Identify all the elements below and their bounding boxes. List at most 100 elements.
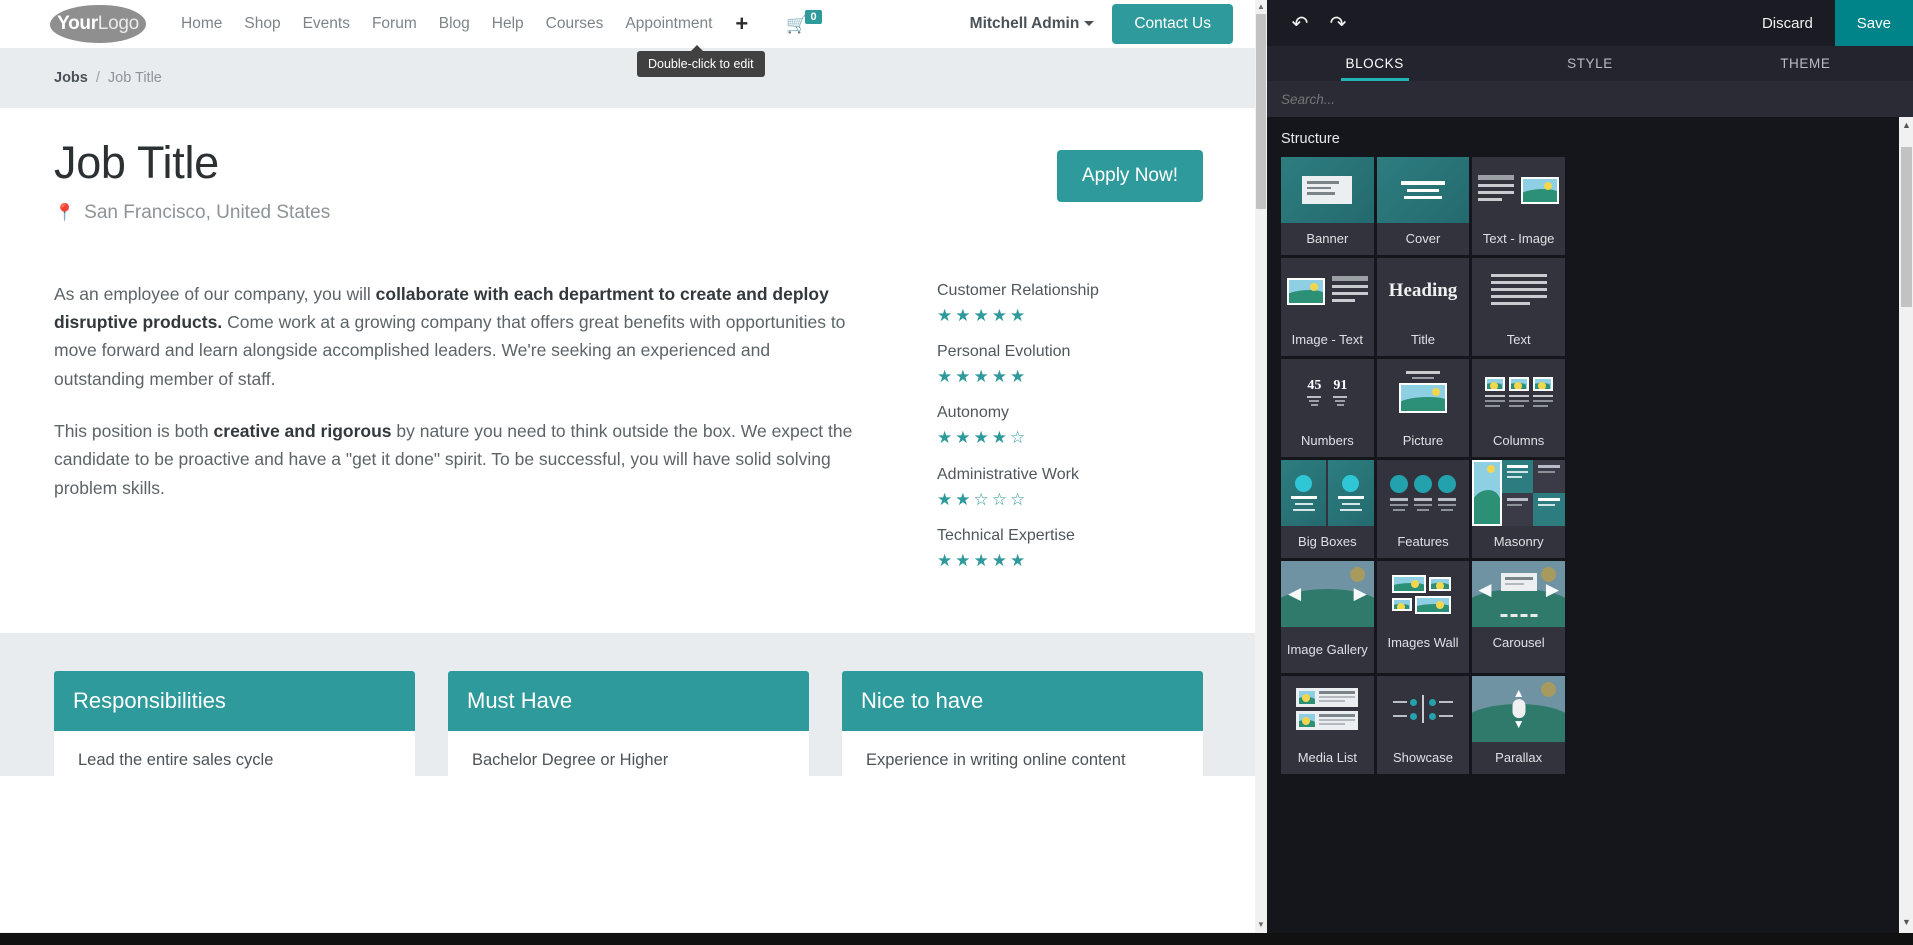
para2-part2: creative and rigorous [213, 420, 392, 441]
redo-icon[interactable]: ↷ [1319, 0, 1357, 46]
section-title-structure: Structure [1281, 131, 1340, 147]
block-label: Parallax [1495, 749, 1543, 765]
add-page-plus-icon[interactable]: + [723, 11, 760, 37]
block-features[interactable]: Features [1376, 460, 1470, 558]
card-title: Responsibilities [54, 671, 415, 732]
discard-button[interactable]: Discard [1740, 0, 1835, 46]
card-title: Must Have [448, 671, 809, 732]
skill-rating-stars: ★★★★☆ [937, 428, 1029, 448]
editor-toolbar: ↶ ↷ Discard Save [1267, 0, 1913, 46]
skills-list: Customer Relationship ★★★★★ Personal Evo… [864, 280, 1164, 589]
user-menu[interactable]: Mitchell Admin [970, 15, 1095, 33]
card-responsibilities: Responsibilities Lead the entire sales c… [54, 671, 415, 777]
text-thumb-icon [1472, 258, 1565, 324]
masonry-thumb-icon [1472, 460, 1565, 526]
site-header: Your Logo Home Shop Events Forum Blog Hel… [0, 0, 1257, 48]
nav-item-appointment[interactable]: Appointment [614, 9, 723, 39]
description-paragraph-1: As an employee of our company, you will … [54, 280, 864, 393]
list-item: Bachelor Degree or Higher [472, 751, 669, 770]
blocks-scroll-area: Structure Banner Cover Text - Image Imag… [1267, 117, 1899, 945]
block-big-boxes[interactable]: Big Boxes [1281, 460, 1374, 558]
skill-label: Administrative Work [937, 465, 1079, 483]
block-masonry[interactable]: Masonry [1472, 460, 1565, 558]
title-thumb-text: Heading [1388, 280, 1458, 301]
save-button[interactable]: Save [1834, 0, 1913, 46]
job-location-text: San Francisco, United States [84, 201, 331, 223]
block-label: Big Boxes [1298, 533, 1357, 549]
list-item: Experience in writing online content [866, 751, 1126, 770]
text-image-thumb-icon [1472, 157, 1565, 223]
tab-blocks[interactable]: BLOCKS [1267, 46, 1482, 81]
block-image-text[interactable]: Image - Text [1281, 258, 1374, 356]
para1-part1: As an employee of our company, you will [54, 283, 376, 304]
blocks-scrollbar[interactable]: ▲ ▼ [1899, 117, 1913, 945]
blocks-panel: Structure Banner Cover Text - Image Imag… [1267, 117, 1913, 945]
nav-item-blog[interactable]: Blog [428, 9, 481, 39]
tab-theme[interactable]: THEME [1698, 46, 1913, 81]
nav-item-home[interactable]: Home [170, 9, 233, 39]
block-banner[interactable]: Banner [1281, 157, 1374, 255]
block-columns[interactable]: Columns [1472, 359, 1565, 457]
nav-item-events[interactable]: Events [292, 9, 361, 39]
website-editor-panel: ↶ ↷ Discard Save BLOCKS STYLE THEME Stru… [1267, 0, 1913, 945]
cart-count-badge: 0 [805, 9, 822, 24]
nav-item-shop[interactable]: Shop [233, 9, 291, 39]
skill-item: Administrative Work ★★☆☆☆ [937, 466, 1164, 510]
apply-now-button[interactable]: Apply Now! [1056, 150, 1203, 202]
breadcrumb-jobs-link[interactable]: Jobs [54, 70, 88, 86]
banner-thumb-icon [1281, 157, 1374, 223]
block-text-image[interactable]: Text - Image [1472, 157, 1565, 255]
blocks-scroll-up-icon[interactable]: ▲ [1901, 120, 1912, 130]
blocks-scroll-down-icon[interactable]: ▼ [1901, 917, 1912, 927]
blocks-scroll-thumb[interactable] [1901, 147, 1912, 307]
block-label: Showcase [1393, 749, 1453, 765]
screen: Your Logo Home Shop Events Forum Blog Hel… [0, 0, 1913, 945]
nav-item-courses[interactable]: Courses [535, 9, 615, 39]
block-title[interactable]: Heading Title [1376, 258, 1470, 356]
block-label: Picture [1402, 432, 1444, 448]
block-label: Features [1397, 533, 1449, 549]
breadcrumb-current: Job Title [107, 70, 162, 86]
website-scroll-area: Your Logo Home Shop Events Forum Blog Hel… [0, 0, 1257, 933]
nav-item-help[interactable]: Help [481, 9, 535, 39]
preview-scroll-thumb[interactable] [1256, 14, 1266, 209]
undo-icon[interactable]: ↶ [1281, 0, 1319, 46]
breadcrumb-separator: / [95, 70, 100, 86]
carousel-thumb-icon: ◀ ▶ [1472, 561, 1565, 627]
search-input[interactable] [1281, 91, 1913, 107]
cart-button[interactable]: 🛒 0 [776, 9, 831, 33]
tab-style[interactable]: STYLE [1482, 46, 1697, 81]
block-images-wall[interactable]: Images Wall [1376, 561, 1470, 673]
block-label: Carousel [1492, 634, 1545, 650]
skill-label: Technical Expertise [937, 527, 1075, 545]
block-showcase[interactable]: Showcase [1376, 676, 1470, 774]
block-image-gallery[interactable]: ◀ ▶ Image Gallery [1281, 561, 1374, 673]
block-label: Columns [1493, 432, 1545, 448]
map-pin-icon: 📍 [54, 202, 76, 222]
skill-label: Customer Relationship [937, 281, 1099, 299]
block-cover[interactable]: Cover [1376, 157, 1470, 255]
site-logo[interactable]: Your Logo [50, 5, 146, 43]
os-taskbar [0, 933, 1913, 945]
contact-us-button[interactable]: Contact Us [1112, 4, 1233, 44]
block-label: Image - Text [1291, 331, 1363, 347]
logo-light-text: Logo [97, 13, 139, 34]
preview-vertical-scrollbar[interactable]: ▲ ▼ [1255, 0, 1267, 945]
numbers-thumb-icon: 45 91 [1281, 359, 1374, 425]
skill-label: Autonomy [937, 404, 1010, 422]
block-text[interactable]: Text [1472, 258, 1565, 356]
scroll-down-icon[interactable]: ▼ [1256, 920, 1266, 929]
blocks-search-bar[interactable] [1267, 81, 1913, 117]
block-picture[interactable]: Picture [1376, 359, 1470, 457]
block-media-list[interactable]: Media List [1281, 676, 1374, 774]
block-numbers[interactable]: 45 91 Numbers [1281, 359, 1374, 457]
job-detail-cards: Responsibilities Lead the entire sales c… [0, 633, 1257, 777]
card-must-have: Must Have Bachelor Degree or Higher [448, 671, 809, 777]
block-carousel[interactable]: ◀ ▶ Carousel [1472, 561, 1565, 673]
nav-item-forum[interactable]: Forum [361, 9, 428, 39]
skill-item: Autonomy ★★★★☆ [937, 404, 1164, 448]
scroll-up-icon[interactable]: ▲ [1256, 2, 1266, 11]
image-gallery-thumb-icon: ◀ ▶ [1281, 561, 1374, 627]
block-parallax[interactable]: ▲ ▼ Parallax [1472, 676, 1565, 774]
card-nice-to-have: Nice to have Experience in writing onlin… [842, 671, 1203, 777]
